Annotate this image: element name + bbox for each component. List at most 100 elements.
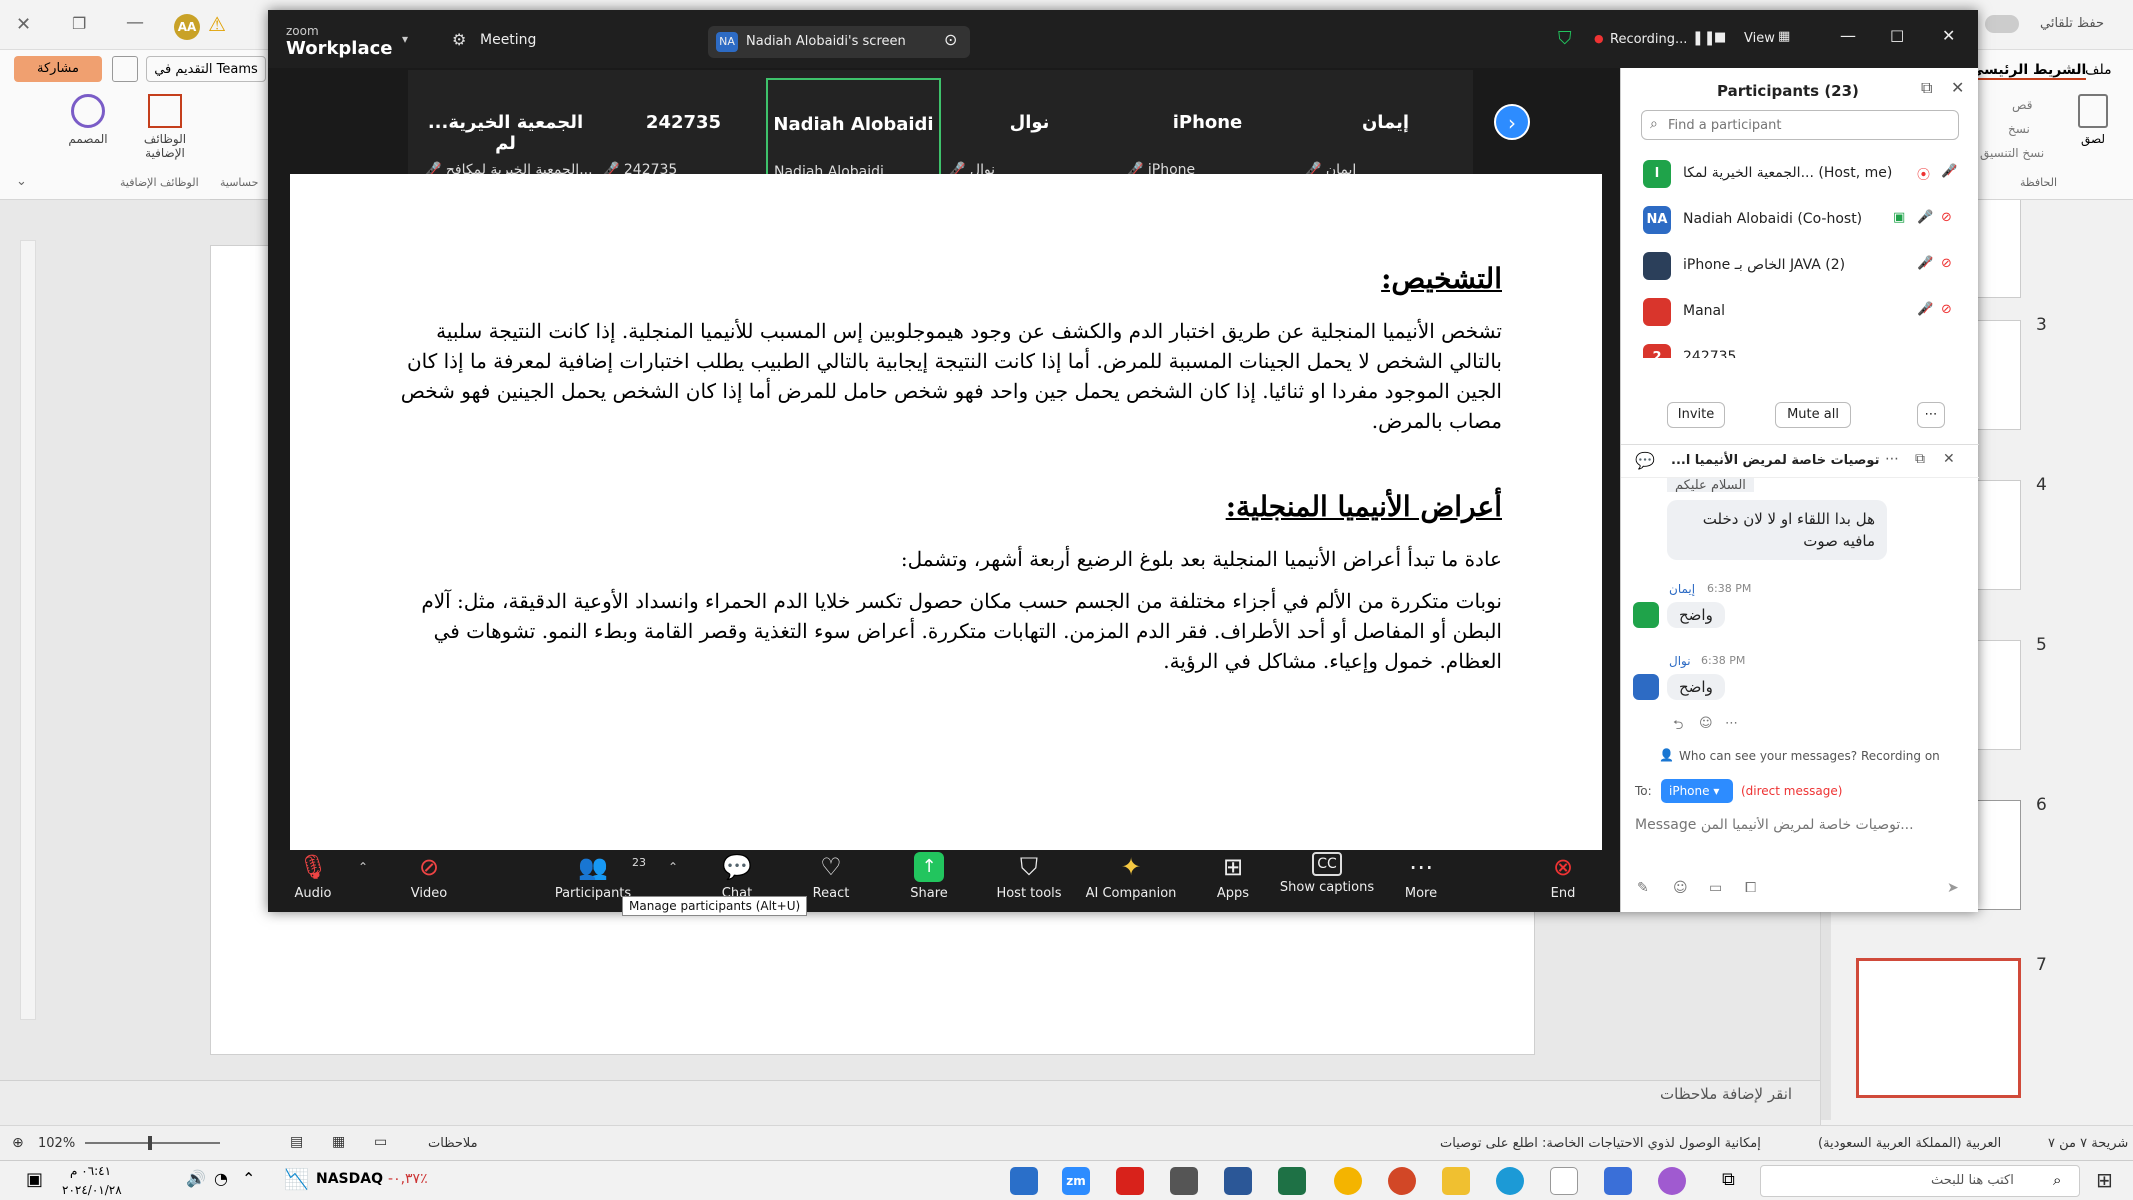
apps-button[interactable]: ⊞ Apps bbox=[1188, 852, 1278, 901]
windows-start-icon[interactable]: ⊞ bbox=[2096, 1168, 2113, 1192]
screen-share-pill[interactable]: NA Nadiah Alobaidi's screen ⊙ bbox=[708, 26, 970, 58]
participant-tile[interactable]: 242735 🎤̸ 242735 bbox=[596, 78, 771, 178]
powerpoint-icon[interactable] bbox=[1388, 1167, 1416, 1195]
participants-options-caret[interactable]: ⌃ bbox=[668, 860, 678, 874]
file-attach-icon[interactable]: ▭ bbox=[1709, 880, 1722, 896]
tab-file[interactable]: ملف bbox=[2085, 62, 2112, 78]
close-icon[interactable]: ✕ bbox=[1942, 26, 1955, 45]
notifications-icon[interactable]: ▣ bbox=[26, 1169, 43, 1190]
zoom-slider-thumb[interactable] bbox=[148, 1136, 152, 1150]
slide-sorter-icon[interactable]: ▦ bbox=[332, 1134, 345, 1150]
more-participant-options[interactable]: ⋯ bbox=[1917, 402, 1945, 428]
screenshot-icon[interactable]: ⧠ bbox=[1745, 880, 1756, 896]
acrobat-icon[interactable] bbox=[1116, 1167, 1144, 1195]
participant-row[interactable]: iPhone الخاص بـ JAVA (2) 🎤̸ ⊘ bbox=[1631, 244, 1967, 288]
task-view-icon[interactable]: ⧉ bbox=[1722, 1169, 1735, 1190]
reply-icon[interactable]: ⮌ bbox=[1673, 716, 1683, 738]
notepad-icon[interactable] bbox=[1550, 1167, 1578, 1195]
mic-icon[interactable]: 🎤 bbox=[1917, 210, 1933, 225]
stop-recording-icon[interactable]: ■ bbox=[1714, 30, 1726, 45]
muted-mic-icon[interactable]: 🎤̸ bbox=[1917, 302, 1933, 317]
chat-popout-icon[interactable]: ⧉ bbox=[1915, 451, 1925, 467]
chat-close-icon[interactable]: ✕ bbox=[1943, 451, 1955, 467]
host-tools-button[interactable]: ⛉ Host tools bbox=[984, 852, 1074, 901]
excel-icon[interactable] bbox=[1278, 1167, 1306, 1195]
language-status[interactable]: العربية (المملكة العربية السعودية) bbox=[1818, 1136, 2001, 1151]
audio-button[interactable]: 🎙 Audio bbox=[268, 852, 358, 901]
zoom-taskbar-icon[interactable]: zm bbox=[1062, 1167, 1090, 1195]
participant-tile[interactable]: iPhone 🎤̸ iPhone bbox=[1120, 78, 1295, 178]
recording-status[interactable]: Recording... bbox=[1610, 32, 1687, 47]
video-button[interactable]: ⊘ Video bbox=[384, 852, 474, 901]
send-icon[interactable]: ➤ bbox=[1947, 880, 1959, 896]
close-icon[interactable]: ✕ bbox=[16, 14, 31, 35]
popout-icon[interactable]: ⧉ bbox=[1921, 78, 1932, 98]
accessibility-status[interactable]: إمكانية الوصول لذوي الاحتياجات الخاصة: ا… bbox=[1440, 1136, 1761, 1151]
slide-thumbnail-active[interactable] bbox=[1856, 958, 2021, 1098]
chevron-down-icon[interactable]: ▾ bbox=[402, 32, 408, 46]
tab-home[interactable]: الشريط الرئيسي bbox=[1970, 62, 2087, 80]
chat-message-bubble[interactable]: هل بدا اللقاء او لا لان دخلت مافيه صوت bbox=[1667, 500, 1887, 560]
addins-button[interactable]: الوظائف الإضافية bbox=[130, 94, 200, 160]
chat-more-icon[interactable]: ⋯ bbox=[1885, 451, 1899, 467]
gallery-next-button[interactable]: › bbox=[1494, 104, 1530, 140]
muted-mic-icon[interactable]: 🎤̸ bbox=[1917, 256, 1933, 271]
wifi-icon[interactable]: ◔ bbox=[214, 1169, 228, 1188]
participant-tile[interactable]: إيمان 🎤̸ إيمان bbox=[1298, 78, 1473, 178]
participant-row[interactable]: Manal 🎤̸ ⊘ bbox=[1631, 290, 1967, 334]
participant-search-input[interactable] bbox=[1668, 115, 1948, 135]
copilot-icon[interactable] bbox=[1658, 1167, 1686, 1195]
shared-screen[interactable]: التشخيص: تشخص الأنيميا المنجلية عن طريق … bbox=[290, 174, 1602, 856]
close-panel-icon[interactable]: ✕ bbox=[1951, 78, 1964, 97]
pause-recording-icon[interactable]: ❚❚ bbox=[1692, 30, 1715, 46]
chat-message-bubble[interactable]: واضح bbox=[1667, 602, 1725, 628]
video-off-icon[interactable]: ⊘ bbox=[1941, 210, 1952, 225]
emoji-react-icon[interactable]: ☺ bbox=[1699, 716, 1713, 731]
muted-mic-icon[interactable]: 🎤̸ bbox=[1941, 164, 1957, 179]
copy-button[interactable]: نسخ bbox=[2008, 122, 2030, 136]
taskbar-app-icon[interactable] bbox=[1010, 1167, 1038, 1195]
captions-button[interactable]: CC Show captions bbox=[1274, 852, 1380, 895]
chat-message-input[interactable] bbox=[1635, 812, 1965, 838]
recipient-dropdown[interactable]: iPhone ▾ bbox=[1661, 779, 1733, 803]
participant-search[interactable]: ⌕ bbox=[1641, 110, 1959, 140]
ai-companion-button[interactable]: ✦ AI Companion bbox=[1076, 852, 1186, 901]
restore-icon[interactable]: ❐ bbox=[72, 14, 86, 33]
word-icon[interactable] bbox=[1224, 1167, 1252, 1195]
meeting-menu[interactable]: Meeting bbox=[480, 32, 536, 48]
user-avatar[interactable]: AA bbox=[174, 14, 200, 40]
zoom-level[interactable]: 102% bbox=[38, 1136, 75, 1151]
sensitivity-label[interactable]: حساسية bbox=[220, 176, 258, 189]
share-button[interactable]: ↑ Share bbox=[884, 852, 974, 901]
chat-button[interactable]: 💬 Chat bbox=[692, 852, 782, 901]
participant-tile[interactable]: ...الجمعية الخيرية لم 🎤̸ الجمعية الخيرية… bbox=[418, 78, 593, 178]
view-button[interactable]: View bbox=[1744, 31, 1775, 46]
participant-tile-active-speaker[interactable]: Nadiah Alobaidi Nadiah Alobaidi bbox=[766, 78, 941, 180]
calculator-icon[interactable] bbox=[1170, 1167, 1198, 1195]
minimize-icon[interactable]: — bbox=[126, 12, 144, 33]
file-explorer-icon[interactable] bbox=[1442, 1167, 1470, 1195]
more-options-icon[interactable]: ⊙ bbox=[944, 30, 957, 49]
participant-row[interactable]: ا الجمعية الخيرية لمكا... (Host, me) ⦿ 🎤… bbox=[1631, 152, 1967, 196]
more-button[interactable]: ⋯ More bbox=[1376, 852, 1466, 901]
share-button[interactable]: مشاركة bbox=[14, 56, 102, 82]
designer-button[interactable]: المصمم bbox=[60, 94, 116, 146]
video-off-icon[interactable]: ⊘ bbox=[1941, 302, 1952, 317]
taskbar-search[interactable]: اكتب هنا للبحث ⌕ bbox=[1760, 1165, 2080, 1197]
accessibility-icon[interactable]: ⊕ bbox=[12, 1135, 24, 1151]
store-icon[interactable] bbox=[1604, 1167, 1632, 1195]
notes-placeholder[interactable]: انقر لإضافة ملاحظات bbox=[1660, 1085, 1792, 1103]
edge-icon[interactable] bbox=[1496, 1167, 1524, 1195]
normal-view-icon[interactable]: ▤ bbox=[290, 1134, 303, 1150]
invite-button[interactable]: Invite bbox=[1667, 402, 1725, 428]
video-off-icon[interactable]: ⊘ bbox=[1941, 256, 1952, 271]
stock-name[interactable]: NASDAQ bbox=[316, 1171, 383, 1187]
autosave-toggle[interactable] bbox=[1985, 15, 2019, 33]
volume-icon[interactable]: 🔊 bbox=[186, 1169, 206, 1188]
chat-message-bubble[interactable]: واضح bbox=[1667, 674, 1725, 700]
chat-title[interactable]: توصيات خاصة لمريض الأنيميا ا... bbox=[1671, 453, 1879, 468]
audio-options-caret[interactable]: ⌃ bbox=[358, 860, 368, 874]
participant-row[interactable]: NA Nadiah Alobaidi (Co-host) ▣ 🎤 ⊘ bbox=[1631, 198, 1967, 242]
reading-view-icon[interactable]: ▭ bbox=[374, 1134, 387, 1150]
zoom-slider[interactable] bbox=[85, 1142, 220, 1144]
